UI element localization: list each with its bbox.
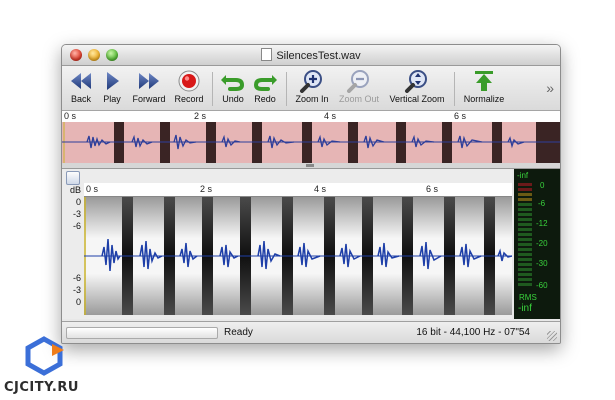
normalize-button[interactable]: Normalize — [460, 68, 508, 108]
meter-scale-label: -20 — [536, 239, 548, 248]
ruler-tick-label: 0 s — [86, 184, 99, 194]
main-waveform[interactable] — [84, 197, 512, 315]
ruler-tick-label: 4 s — [324, 111, 337, 121]
level-meter: -inf 0 -6 -12 -20 -30 -60 RMS -inf — [514, 169, 560, 319]
watermark-logo-icon — [25, 336, 64, 376]
db-tick-label: -3 — [72, 285, 81, 295]
document-icon — [261, 48, 273, 61]
magnifier-minus-icon — [347, 70, 369, 93]
back-button[interactable]: Back — [66, 68, 96, 108]
fast-forward-icon — [139, 73, 159, 89]
resize-handle[interactable] — [547, 331, 557, 341]
undo-button[interactable]: Undo — [218, 68, 248, 108]
db-unit-label: dB — [69, 185, 81, 195]
meter-scale-label: -6 — [538, 199, 546, 208]
record-icon — [178, 70, 200, 92]
redo-arrow-icon — [253, 75, 277, 91]
progress-bar — [66, 327, 218, 339]
status-text: Ready — [224, 327, 253, 338]
magnifier-vertical-icon — [405, 70, 427, 93]
zoom-in-button[interactable]: Zoom In — [292, 68, 332, 108]
window-title: SilencesTest.wav — [62, 48, 560, 62]
db-tick-label: 0 — [75, 297, 81, 307]
app-window: SilencesTest.wav Back Play Forward Recor… — [61, 44, 561, 344]
main-time-ruler[interactable]: 0 s 2 s 4 s 6 s — [84, 183, 512, 197]
audio-format-info: 16 bit - 44,100 Hz - 07"54 — [416, 327, 530, 338]
ruler-tick-label: 4 s — [314, 184, 327, 194]
main-waveform-area: 0 s 2 s 4 s 6 s dB 0 -3 -6 -6 -3 0 — [62, 169, 512, 319]
ruler-tick-label: 6 s — [454, 111, 467, 121]
meter-scale-label: -12 — [536, 219, 548, 228]
splitter-grip[interactable] — [306, 164, 314, 167]
toolbar-overflow-button[interactable]: » — [546, 80, 554, 96]
toolbar: Back Play Forward Record Undo Redo Zoom … — [62, 66, 560, 111]
watermark-brand-text: CJCITY.RU — [4, 380, 79, 395]
meter-scale-label: 0 — [540, 181, 545, 190]
redo-button[interactable]: Redo — [250, 68, 280, 108]
ruler-tick-label: 6 s — [426, 184, 439, 194]
ruler-tick-label: 0 s — [64, 111, 77, 121]
forward-button[interactable]: Forward — [130, 68, 168, 108]
record-button[interactable]: Record — [172, 68, 206, 108]
zoom-out-button[interactable]: Zoom Out — [336, 68, 382, 108]
play-button[interactable]: Play — [98, 68, 126, 108]
meter-mode-label: RMS — [519, 293, 537, 302]
toolbar-separator — [286, 72, 287, 106]
undo-arrow-icon — [221, 75, 245, 91]
ruler-tick-label: 2 s — [200, 184, 213, 194]
ruler-tick-label: 2 s — [194, 111, 207, 121]
toolbar-separator — [454, 72, 455, 106]
db-scale: dB 0 -3 -6 -6 -3 0 — [62, 169, 84, 319]
overview-waveform[interactable] — [62, 122, 560, 164]
rewind-icon — [71, 73, 91, 89]
meter-scale-label: -60 — [536, 281, 548, 290]
vertical-zoom-button[interactable]: Vertical Zoom — [386, 68, 448, 108]
db-tick-label: -3 — [72, 209, 81, 219]
db-tick-label: -6 — [72, 221, 81, 231]
toolbar-separator — [212, 72, 213, 106]
meter-value-label: -inf — [518, 303, 532, 314]
normalize-arrow-icon — [475, 71, 493, 91]
play-icon — [107, 72, 119, 90]
db-tick-label: 0 — [75, 197, 81, 207]
meter-scale-label: -30 — [536, 259, 548, 268]
main-waveform-graphic — [84, 197, 512, 315]
title-bar[interactable]: SilencesTest.wav — [62, 45, 560, 66]
status-bar: Ready 16 bit - 44,100 Hz - 07"54 — [62, 321, 560, 343]
overview-waveform-graphic — [62, 122, 560, 163]
magnifier-plus-icon — [300, 70, 322, 93]
db-tick-label: -6 — [72, 273, 81, 283]
